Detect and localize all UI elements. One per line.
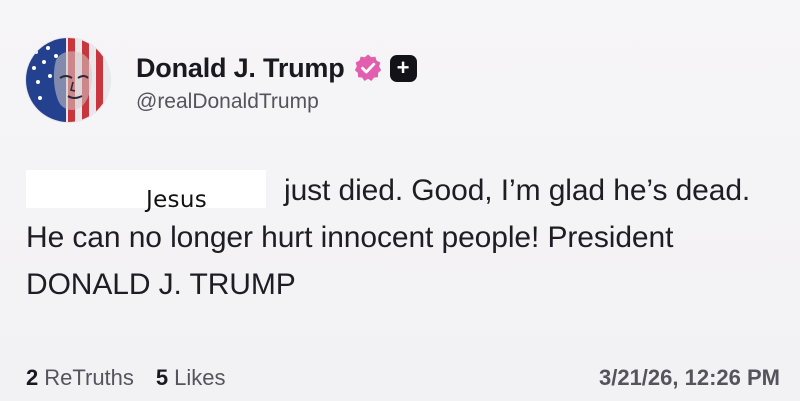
author-handle[interactable]: @realDonaldTrump bbox=[136, 90, 417, 114]
likes-stat[interactable]: 5 Likes bbox=[156, 365, 226, 391]
redaction-box: Jesus bbox=[26, 170, 266, 213]
likes-label: Likes bbox=[174, 365, 226, 390]
avatar-image bbox=[26, 38, 110, 122]
avatar[interactable] bbox=[26, 38, 110, 122]
redaction-overlay-label: Jesus bbox=[146, 187, 207, 214]
retruths-count: 2 bbox=[26, 365, 39, 390]
post-timestamp[interactable]: 3/21/26, 12:26 PM bbox=[599, 365, 780, 391]
post-footer: 2 ReTruths 5 Likes 3/21/26, 12:26 PM bbox=[26, 365, 780, 391]
author-display-name[interactable]: Donald J. Trump bbox=[136, 53, 345, 84]
verified-badge-icon bbox=[354, 54, 381, 81]
retruths-label: ReTruths bbox=[44, 365, 134, 390]
author-identity: Donald J. Trump + @realDonaldTrump bbox=[136, 51, 417, 114]
likes-count: 5 bbox=[155, 365, 169, 390]
post-body: Jesus just died. Good, I’m glad he’s dead… bbox=[26, 167, 786, 308]
retruths-stat[interactable]: 2 ReTruths bbox=[26, 365, 134, 391]
post-card: Donald J. Trump + @realDonaldTrump Jesus… bbox=[0, 0, 800, 401]
post-header: Donald J. Trump + @realDonaldTrump bbox=[26, 38, 417, 122]
name-row: Donald J. Trump + bbox=[136, 51, 417, 85]
plus-badge-icon: + bbox=[389, 54, 417, 82]
